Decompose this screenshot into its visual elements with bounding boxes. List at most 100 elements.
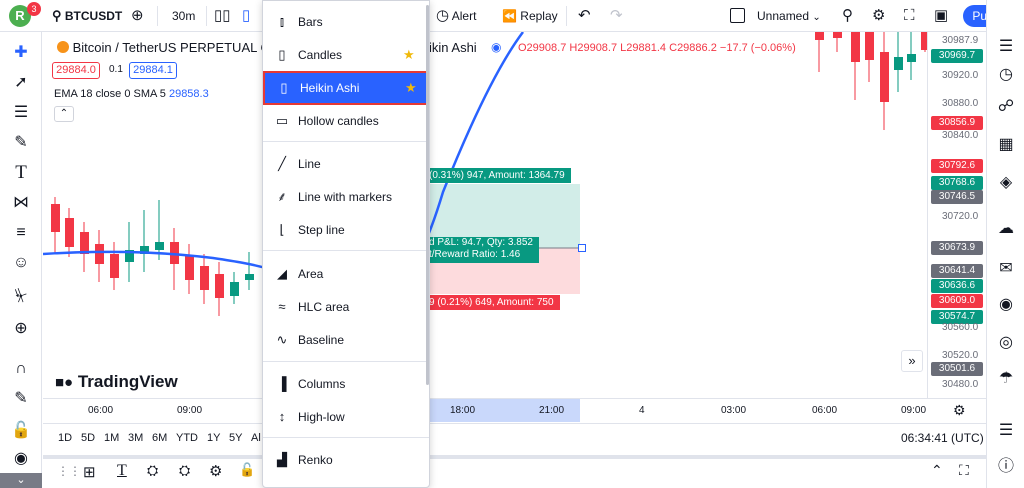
eye-icon[interactable]: ◉ [10,448,32,470]
menu-scrollbar[interactable] [426,5,429,385]
indicator-legend[interactable]: EMA 18 close 0 SMA 5 29858.3 [54,88,209,100]
menu-item-high-low[interactable]: ↕ High-low [263,402,429,432]
favorite-star-icon[interactable]: ★ [405,73,417,103]
pattern-icon[interactable]: ⋈ [10,192,32,214]
range-button[interactable]: 3M [128,432,143,444]
menu-item-heikin-ashi[interactable]: ▯ Heikin Ashi ★ [263,71,429,105]
hlc-area-icon: ≈ [278,299,286,314]
indicator-value: 29858.3 [168,88,209,100]
magnet-icon[interactable]: ∩ [10,358,32,380]
range-button[interactable]: 1M [104,432,119,444]
menu-item-line[interactable]: ╱ Line [263,149,429,179]
crosshair-icon[interactable]: ✚ [10,42,32,64]
range-button[interactable]: 6M [152,432,167,444]
menu-item-columns[interactable]: ▐ Columns [263,369,429,399]
range-button[interactable]: 1D [58,432,72,444]
range-button[interactable]: 5D [81,432,95,444]
menu-item-step-line[interactable]: ⌊ Step line [263,215,429,245]
text-tool-icon[interactable]: T [117,462,127,480]
quick-search-button[interactable]: ⚲ [842,6,853,26]
signal-icon[interactable]: ◎ [995,332,1017,354]
snapshot-button[interactable]: ▣ [934,6,948,26]
drag-handle-icon[interactable]: ⋮⋮ [57,464,81,478]
clock-display[interactable]: 06:34:41 (UTC) [901,431,984,445]
compare-button[interactable]: ⊕ [131,6,144,26]
replay-button[interactable]: ⏪ Replay [502,6,558,26]
favorite-star-icon[interactable]: ★ [403,40,415,70]
menu-item-line-markers[interactable]: ⸙ Line with markers [263,182,429,212]
help-icon[interactable]: ⓘ [995,456,1017,478]
alert-button[interactable]: ◷ Alert [436,6,476,26]
collapse-toolbar-button[interactable]: ⌄ [0,473,42,488]
settings-icon[interactable]: ⚙ [209,462,222,480]
legend-ohlc: O29908.7 H29908.7 L29881.4 C29886.2 −17.… [518,42,796,54]
streams-icon[interactable]: ☁ [995,218,1017,240]
chart-pane[interactable]: Bitcoin / TetherUS PERPETUAL C ikin Ashi… [43,32,927,398]
candle-body [65,218,74,247]
candle-body [894,57,903,70]
chat-icon[interactable]: ✉ [995,258,1017,280]
lock-icon[interactable]: 🔓 [239,462,255,478]
prediction-icon[interactable]: ≡ [10,222,32,244]
trend-line-icon[interactable]: ➚ [10,72,32,94]
scroll-to-realtime-button[interactable]: » [901,350,923,372]
fill-color-icon[interactable]: ⛭ [147,462,158,479]
redo-button[interactable]: ↷ [610,6,623,26]
range-button[interactable]: YTD [176,432,198,444]
range-button[interactable]: 5Y [229,432,242,444]
menu-item-label: Heikin Ashi [300,81,360,95]
emoji-icon[interactable]: ☺ [10,252,32,274]
data-window-icon[interactable]: ☍ [995,96,1017,118]
menu-item-bars[interactable]: ⫾ Bars [263,7,429,37]
legend-visibility-icon[interactable]: ◉ [491,40,501,54]
collapse-panel-icon[interactable]: ⌃ [931,462,943,479]
time-axis-settings-icon[interactable]: ⚙ [953,402,966,419]
layout-checkbox[interactable] [730,8,745,23]
settings-button[interactable]: ⚙ [872,6,885,26]
price-label: 30641.4 [931,264,983,278]
undo-button[interactable]: ↶ [578,6,591,26]
fullscreen-button[interactable]: ⛶ [904,6,915,26]
bell-icon[interactable]: ☂ [995,368,1017,390]
line-color-icon[interactable]: ⛭ [179,462,190,479]
collapse-legend-button[interactable]: ⌃ [54,106,74,122]
menu-item-hollow-candles[interactable]: ▭ Hollow candles [263,106,429,136]
brush-icon[interactable]: ✎ [10,132,32,154]
layers-icon[interactable]: ☰ [995,420,1017,442]
symbol-search-button[interactable]: ⚲ BTCUSDT [52,6,122,26]
position-resize-handle[interactable] [578,244,586,252]
add-widget-icon[interactable]: ⊞ [83,463,96,481]
menu-item-hlc-area[interactable]: ≈ HLC area [263,292,429,322]
layout-name-button[interactable]: Unnamed ⌄ [757,6,821,26]
ideas-icon[interactable]: ◈ [995,172,1017,194]
horizontal-lines-icon[interactable]: ☰ [10,102,32,124]
alerts-icon[interactable]: ◷ [995,64,1017,86]
lock-icon[interactable]: 🔓 [10,420,32,442]
watchlist-icon[interactable]: ☰ [995,36,1017,58]
time-axis[interactable]: ⚙ 06:00 09:00 18:00 21:00 4 03:00 06:00 09:00 [43,398,986,422]
chart-type-active-button[interactable]: ▯ [242,6,250,26]
menu-item-area[interactable]: ◢ Area [263,259,429,289]
menu-item-baseline[interactable]: ∿ Baseline [263,325,429,355]
fullscreen-icon: ⛶ [904,7,915,24]
buy-price-button[interactable]: 29884.1 [129,62,177,79]
range-button[interactable]: Al [251,432,261,444]
range-button[interactable]: 1Y [207,432,220,444]
text-icon[interactable]: T [10,162,32,184]
maximize-panel-icon[interactable]: ⛶ [959,462,969,479]
chevron-down-icon: ⌄ [16,474,26,486]
ruler-icon[interactable]: ⏧ [10,286,32,308]
chart-canvas [43,32,927,316]
interval-button[interactable]: 30m [172,6,195,26]
menu-separator [263,437,429,438]
stay-in-drawing-icon[interactable]: ✎ [10,388,32,410]
menu-item-renko[interactable]: ▟ Renko [263,445,429,475]
notifications-icon[interactable]: ◉ [995,294,1017,316]
menu-item-candles[interactable]: ▯ Candles ★ [263,40,429,70]
sell-price-button[interactable]: 29884.0 [52,62,100,79]
price-scale[interactable]: 30987.9 30969.7 30920.0 30880.0 30856.9 30840… [927,32,986,398]
chevron-up-icon: ⌃ [59,108,69,119]
chart-type-button[interactable]: ▯▯ [214,6,231,26]
calendar-icon[interactable]: ▦ [995,134,1017,156]
zoom-in-icon[interactable]: ⊕ [10,318,32,340]
